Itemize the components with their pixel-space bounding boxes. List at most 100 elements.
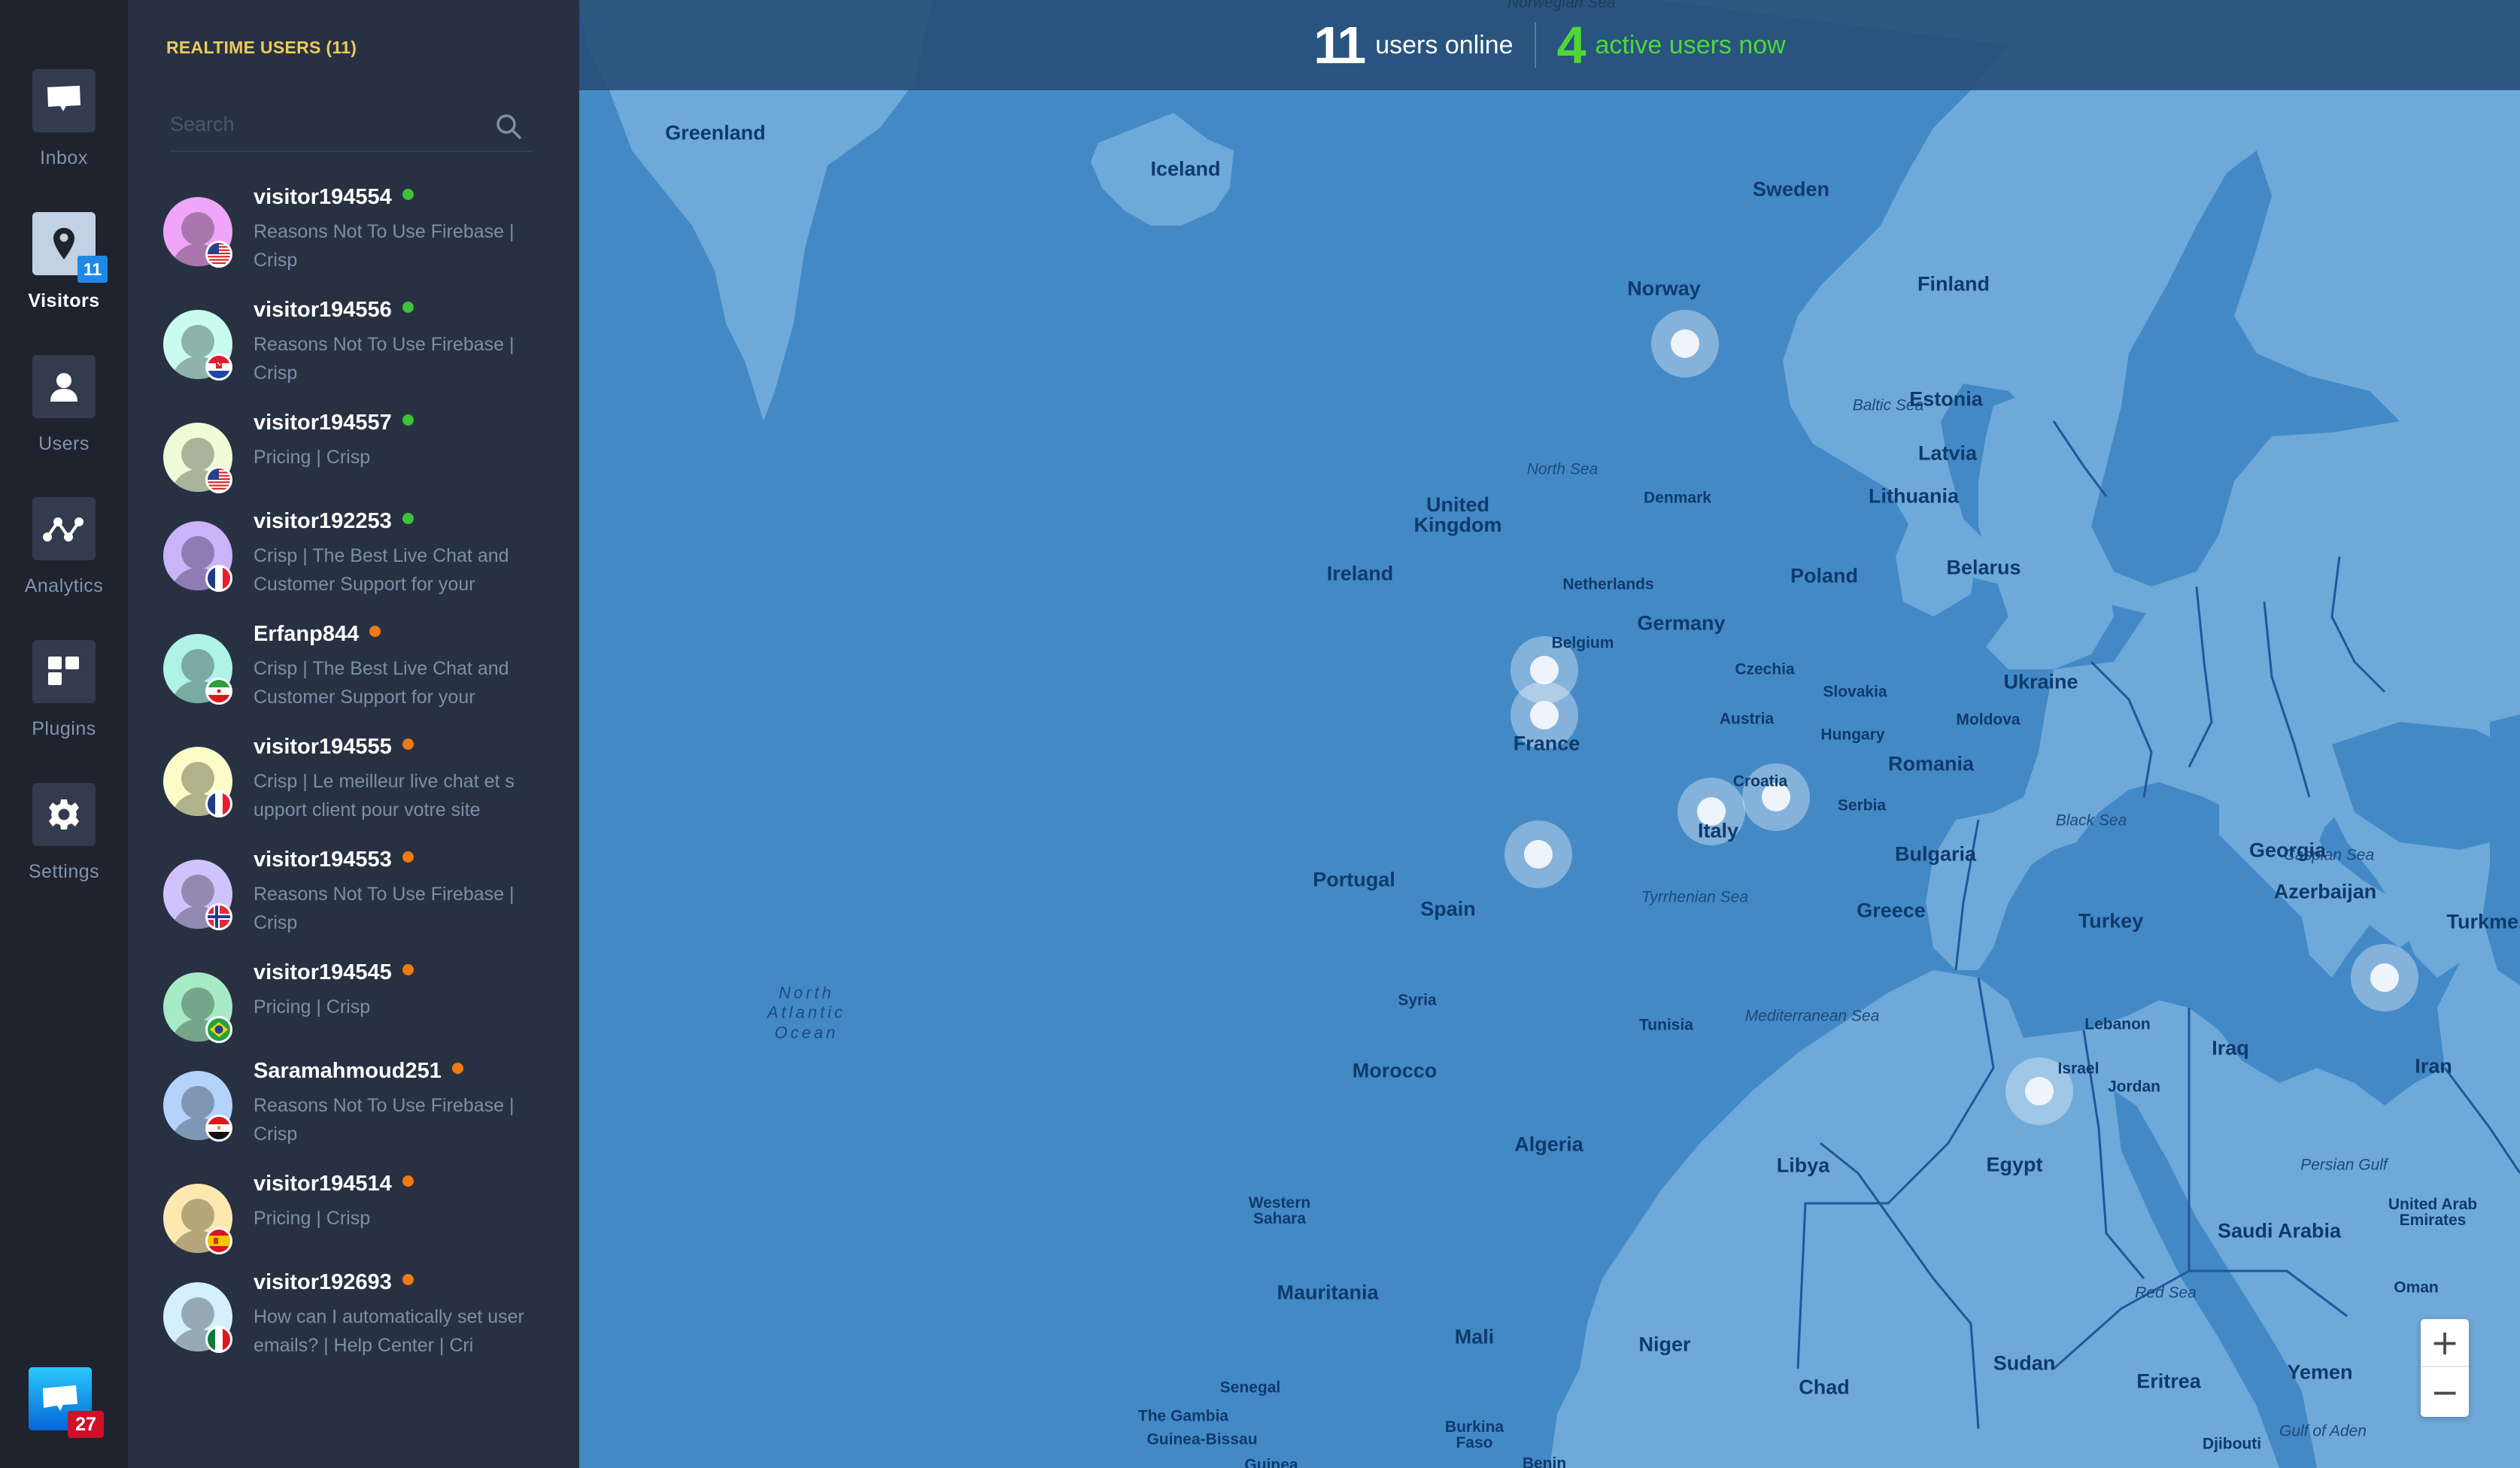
status-dot-idle xyxy=(402,739,414,750)
nav-tile xyxy=(32,640,96,703)
nav-label: Settings xyxy=(28,861,100,882)
nav-item-analytics[interactable]: Analytics xyxy=(0,497,128,597)
status-dot-active xyxy=(402,302,414,313)
map-label-country: Iran xyxy=(2415,1054,2452,1078)
visitor-list: visitor194554 Reasons Not To Use Firebase… xyxy=(128,174,579,1372)
map-label-country: Finland xyxy=(1917,272,1990,296)
visitor-list-item[interactable]: visitor192693 How can I automatically set… xyxy=(128,1260,579,1372)
visitor-list-item[interactable]: Saramahmoud251 Reasons Not To Use Firebas… xyxy=(128,1048,579,1161)
gear-icon xyxy=(49,799,79,830)
map-label-country: Niger xyxy=(1638,1333,1691,1356)
visitor-current-page: Reasons Not To Use Firebase | Crisp xyxy=(254,334,515,384)
online-label: users online xyxy=(1375,30,1514,59)
avatar-head xyxy=(181,536,214,569)
map-label-country: Oman xyxy=(2394,1278,2439,1297)
map-label-country: Poland xyxy=(1790,564,1859,587)
visitor-list-item[interactable]: visitor194554 Reasons Not To Use Firebase… xyxy=(128,174,579,287)
map-zoom-controls: + − xyxy=(2421,1319,2469,1417)
nav-tile xyxy=(32,497,96,560)
realtime-users-panel: REALTIME USERS (11) visitor194554 Reasons… xyxy=(128,0,579,1468)
map-label-country: Bulgaria xyxy=(1894,842,1977,866)
visitor-current-page: How can I automatically set user emails?… xyxy=(254,1306,524,1356)
map-label-country: Algeria xyxy=(1514,1133,1583,1156)
visitor-list-item[interactable]: Erfanp844 Crisp | The Best Live Chat and … xyxy=(128,611,579,724)
map-label-country: Israel xyxy=(2057,1060,2099,1078)
map-label-country: Djibouti xyxy=(2202,1435,2262,1453)
map-label-country: Portugal xyxy=(1313,868,1395,891)
nav-label: Visitors xyxy=(28,290,100,311)
nav-item-inbox[interactable]: Inbox xyxy=(0,69,128,169)
map-label-country: Belgium xyxy=(1551,634,1614,652)
map-label-country: Netherlands xyxy=(1562,575,1654,593)
visitor-name: Saramahmoud251 xyxy=(254,1059,463,1084)
visitor-list-item[interactable]: visitor194514 Pricing | Crisp xyxy=(128,1161,579,1260)
zoom-in-button[interactable]: + xyxy=(2421,1319,2469,1367)
nav-item-users[interactable]: Users xyxy=(0,355,128,455)
visitor-list-item[interactable]: visitor194556 Reasons Not To Use Firebase… xyxy=(128,287,579,400)
flag-br-icon xyxy=(205,1016,232,1043)
nav-label: Inbox xyxy=(40,147,88,168)
visitor-marker-norway[interactable] xyxy=(1651,310,1719,378)
chat-bubble-icon xyxy=(43,1385,77,1411)
visitor-name-text: visitor194514 xyxy=(254,1172,392,1196)
map-label-country: Romania xyxy=(1887,752,1975,775)
visitor-current-page: Crisp | The Best Live Chat and Customer … xyxy=(254,545,509,595)
visitor-list-item[interactable]: visitor194557 Pricing | Crisp xyxy=(128,400,579,499)
visitor-marker-spain[interactable] xyxy=(1504,820,1572,888)
map-label-country: Norway xyxy=(1627,277,1701,300)
map-label-sea: North Sea xyxy=(1526,460,1599,478)
world-map[interactable]: North Sea Baltic Sea Black Sea Caspian S… xyxy=(579,0,2520,1468)
map-label-country: Azerbaijan xyxy=(2273,880,2377,903)
map-label-sea: Gulf of Aden xyxy=(2279,1422,2367,1440)
map-label-country: Denmark xyxy=(1644,489,1711,507)
nav-label: Analytics xyxy=(24,575,104,596)
visitor-name: visitor194555 xyxy=(254,735,414,760)
map-label-sea: Mediterranean Sea xyxy=(1744,1007,1880,1025)
visitor-name: Erfanp844 xyxy=(254,622,381,647)
flag-fr-icon xyxy=(205,565,232,592)
map-label-country: France xyxy=(1513,732,1580,755)
nav-item-settings[interactable]: Settings xyxy=(0,783,128,883)
zoom-out-button[interactable]: − xyxy=(2421,1368,2469,1416)
map-label-country: Turkey xyxy=(2078,909,2144,933)
map-label-country: Austria xyxy=(1719,710,1775,728)
visitor-name-text: visitor192693 xyxy=(254,1270,392,1294)
visitor-name: visitor194553 xyxy=(254,848,414,872)
visitor-current-page: Reasons Not To Use Firebase | Crisp xyxy=(254,1095,515,1145)
nav-label: Plugins xyxy=(32,718,96,739)
nav-item-plugins[interactable]: Plugins xyxy=(0,640,128,740)
map-label-country: United Kingdom xyxy=(1413,493,1502,536)
search-icon[interactable] xyxy=(495,113,522,140)
status-dot-idle xyxy=(402,1274,414,1285)
avatar-head xyxy=(181,987,214,1021)
visitor-name-text: visitor194553 xyxy=(254,848,392,872)
map-label-country: Hungary xyxy=(1820,726,1885,744)
map-label-country: Iraq xyxy=(2212,1036,2249,1060)
map-label-country: Eritrea xyxy=(2136,1369,2201,1393)
search-input[interactable] xyxy=(170,105,471,143)
map-label-country: Serbia xyxy=(1837,796,1887,814)
visitor-marker-iran[interactable] xyxy=(2351,944,2418,1012)
unread-messages-badge: 27 xyxy=(68,1411,104,1438)
visitor-list-item[interactable]: visitor194553 Reasons Not To Use Firebase… xyxy=(128,837,579,950)
visitor-name: visitor194545 xyxy=(254,960,414,985)
map-label-country: Benin xyxy=(1522,1454,1567,1468)
map-label-country: Latvia xyxy=(1917,441,1978,465)
flag-es-icon xyxy=(205,1227,232,1254)
visitor-name-text: visitor194545 xyxy=(254,960,392,984)
map-label-ocean: North Atlantic Ocean xyxy=(767,983,846,1042)
nav-tile xyxy=(32,69,96,132)
visitor-list-item[interactable]: visitor194555 Crisp | Le meilleur live ch… xyxy=(128,724,579,837)
online-count: 11 xyxy=(1313,16,1366,74)
visitor-list-item[interactable]: visitor192253 Crisp | The Best Live Chat … xyxy=(128,499,579,611)
visitor-list-item[interactable]: visitor194545 Pricing | Crisp xyxy=(128,950,579,1048)
map-pin-icon xyxy=(53,228,74,259)
chat-launcher-button[interactable]: 27 xyxy=(29,1367,104,1438)
map-label-country: Yemen xyxy=(2287,1360,2353,1384)
nav-item-visitors[interactable]: 11 Visitors xyxy=(0,212,128,312)
status-dot-idle xyxy=(402,964,414,975)
avatar-head xyxy=(181,1199,214,1232)
map-label-country: Lebanon xyxy=(2084,1015,2151,1033)
map-label-country: Senegal xyxy=(1219,1379,1281,1397)
map-label-country: United Arab Emirates xyxy=(2388,1196,2478,1229)
